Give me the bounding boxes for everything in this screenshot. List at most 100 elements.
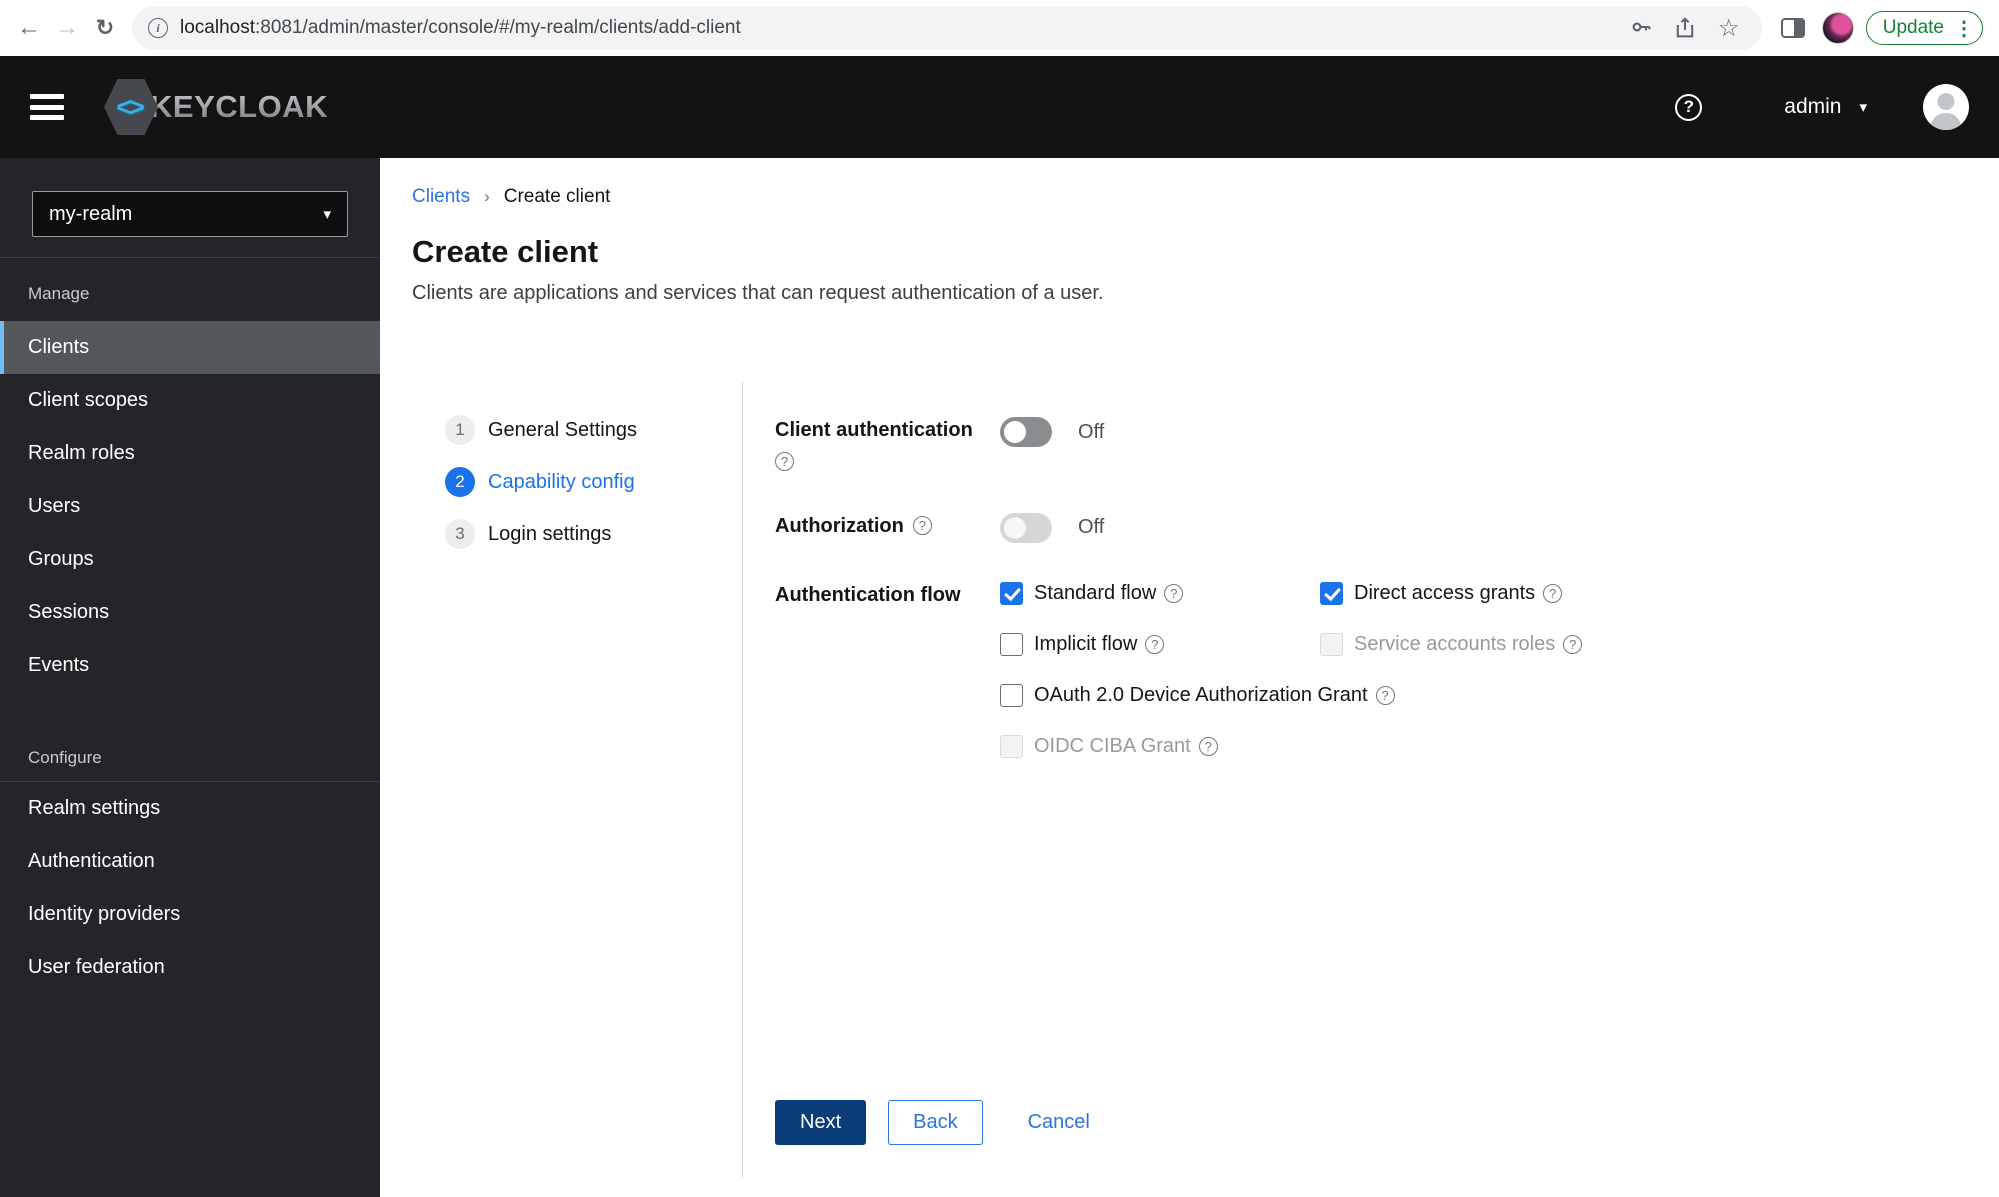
checkbox-box (1000, 734, 1023, 758)
keycloak-masthead: <> KEYCLOAK ? admin ▾ (0, 56, 1999, 158)
wizard-actions: Next Back Cancel (775, 1100, 1967, 1145)
checkbox-implicit-flow[interactable]: Implicit flow ? (1000, 632, 1320, 656)
checkbox-standard-flow[interactable]: Standard flow ? (1000, 581, 1320, 605)
browser-menu-dots-icon[interactable]: ⋮ (1954, 16, 1974, 41)
next-button[interactable]: Next (775, 1100, 867, 1145)
wizard-steps-nav: 1 General Settings 2 Capability config 3… (380, 382, 743, 1177)
authorization-help-icon[interactable]: ? (912, 516, 932, 535)
browser-forward-icon: → (55, 14, 79, 41)
breadcrumb-current: Create client (503, 186, 611, 207)
checkbox-service-accounts-roles: Service accounts roles ? (1320, 632, 1583, 656)
checkbox-box[interactable] (1000, 632, 1023, 656)
screen: ← → ↻ i localhost:8081/admin/master/cons… (0, 0, 1999, 1197)
authentication-flow-row: Authentication flow Standard flow ? Dire… (775, 581, 1967, 758)
checkbox-label: Standard flow (1034, 581, 1157, 604)
realm-selector-block: my-realm ▾ (0, 158, 380, 258)
realm-name: my-realm (49, 202, 133, 225)
service-accounts-roles-help-icon[interactable]: ? (1563, 634, 1583, 654)
reload-glyph: ↻ (95, 15, 115, 40)
sidebar-item-identity-providers[interactable]: Identity providers (0, 888, 380, 941)
checkbox-label: Direct access grants (1354, 581, 1536, 604)
implicit-flow-help-icon[interactable]: ? (1145, 634, 1165, 654)
sidebar-item-client-scopes[interactable]: Client scopes (0, 374, 380, 427)
breadcrumb-separator-icon: › (484, 187, 490, 206)
checkbox-label: Service accounts roles (1354, 632, 1556, 655)
nav-list-configure: Realm settings Authentication Identity p… (0, 782, 380, 994)
sidebar-item-sessions[interactable]: Sessions (0, 586, 380, 639)
nav-group-title-manage: Manage (28, 284, 90, 303)
page-subtitle: Clients are applications and services th… (412, 282, 1104, 304)
browser-update-button[interactable]: Update ⋮ (1865, 11, 1983, 45)
sidebar-item-authentication[interactable]: Authentication (0, 835, 380, 888)
sidebar-item-groups[interactable]: Groups (0, 533, 380, 586)
sidebar-item-events[interactable]: Events (0, 639, 380, 692)
oidc-ciba-grant-help-icon[interactable]: ? (1198, 736, 1218, 756)
side-panel-icon[interactable] (1776, 11, 1810, 45)
checkbox-box (1320, 632, 1343, 656)
authentication-flow-options: Standard flow ? Direct access grants ? I… (1000, 581, 1583, 758)
direct-access-grants-help-icon[interactable]: ? (1543, 583, 1563, 603)
update-label: Update (1882, 17, 1944, 38)
checkbox-oauth-device-authorization-grant[interactable]: OAuth 2.0 Device Authorization Grant ? (1000, 683, 1395, 707)
client-authentication-row: Client authentication ? Off (775, 417, 1967, 473)
checkbox-box[interactable] (1000, 683, 1023, 707)
browser-profile-avatar[interactable] (1821, 12, 1854, 44)
authorization-row: Authorization ? Off (775, 512, 1967, 543)
keycloak-logo[interactable]: <> KEYCLOAK (104, 79, 328, 135)
sidebar-item-realm-settings[interactable]: Realm settings (0, 782, 380, 835)
oauth-device-grant-help-icon[interactable]: ? (1375, 685, 1395, 705)
sidebar-item-users[interactable]: Users (0, 480, 380, 533)
client-authentication-help-icon[interactable]: ? (775, 452, 794, 471)
checkbox-direct-access-grants[interactable]: Direct access grants ? (1320, 581, 1563, 605)
checkbox-box[interactable] (1320, 581, 1343, 605)
nav-list-manage: Clients Client scopes Realm roles Users … (0, 321, 380, 692)
user-menu[interactable]: admin ▾ (1784, 95, 1867, 119)
nav-toggle-hamburger-icon[interactable] (30, 94, 64, 120)
browser-back-icon[interactable]: ← (10, 9, 48, 47)
cancel-button[interactable]: Cancel (1028, 1100, 1090, 1145)
step-label: Capability config (488, 470, 635, 493)
browser-reload-icon[interactable]: ↻ (86, 9, 124, 47)
wizard-step-capability-config[interactable]: 2 Capability config (445, 467, 742, 497)
site-info-icon[interactable]: i (148, 18, 168, 38)
main-content: Clients › Create client Create client Cl… (380, 158, 1999, 1197)
saved-passwords-key-icon[interactable] (1624, 11, 1658, 45)
help-icon[interactable]: ? (1675, 93, 1703, 121)
client-authentication-toggle[interactable] (1000, 417, 1052, 447)
create-client-wizard: 1 General Settings 2 Capability config 3… (380, 382, 1999, 1177)
step-number: 1 (445, 415, 475, 445)
sidebar-item-realm-roles[interactable]: Realm roles (0, 427, 380, 480)
checkbox-oidc-ciba-grant: OIDC CIBA Grant ? (1000, 734, 1218, 758)
realm-selector[interactable]: my-realm ▾ (32, 191, 348, 237)
share-icon[interactable] (1668, 11, 1702, 45)
checkbox-box[interactable] (1000, 581, 1023, 605)
step-label: Login settings (488, 522, 612, 545)
sidebar-item-clients[interactable]: Clients (0, 321, 380, 374)
bookmark-star-icon[interactable]: ☆ (1712, 11, 1746, 45)
authorization-toggle (1000, 512, 1052, 543)
authentication-flow-label: Authentication flow (775, 583, 961, 606)
sidebar-item-user-federation[interactable]: User federation (0, 941, 380, 994)
address-bar[interactable]: i localhost:8081/admin/master/console/#/… (132, 6, 1762, 50)
page-title: Create client (412, 234, 599, 269)
authorization-state: Off (1078, 516, 1105, 538)
url-path: :8081/admin/master/console/#/my-realm/cl… (255, 17, 741, 38)
user-avatar (1923, 84, 1969, 130)
wizard-step-login-settings[interactable]: 3 Login settings (445, 519, 742, 549)
url-text: localhost:8081/admin/master/console/#/my… (180, 17, 741, 39)
username: admin (1784, 95, 1842, 118)
client-authentication-label: Client authentication (775, 419, 973, 441)
nav-group-title-configure: Configure (28, 748, 102, 767)
breadcrumb-clients-link[interactable]: Clients (412, 186, 470, 208)
standard-flow-help-icon[interactable]: ? (1164, 583, 1184, 603)
checkbox-label: OAuth 2.0 Device Authorization Grant (1034, 683, 1368, 706)
realm-selector-caret-icon: ▾ (323, 206, 331, 223)
breadcrumb: Clients › Create client (412, 186, 1967, 208)
keycloak-logo-hexagon-icon: <> (104, 79, 158, 135)
checkbox-label: Implicit flow (1034, 632, 1138, 655)
wizard-step-general-settings[interactable]: 1 General Settings (445, 415, 742, 445)
keycloak-wordmark: KEYCLOAK (150, 89, 328, 124)
back-button[interactable]: Back (888, 1100, 983, 1145)
checkbox-label: OIDC CIBA Grant (1034, 734, 1191, 757)
client-authentication-state: Off (1078, 420, 1105, 443)
